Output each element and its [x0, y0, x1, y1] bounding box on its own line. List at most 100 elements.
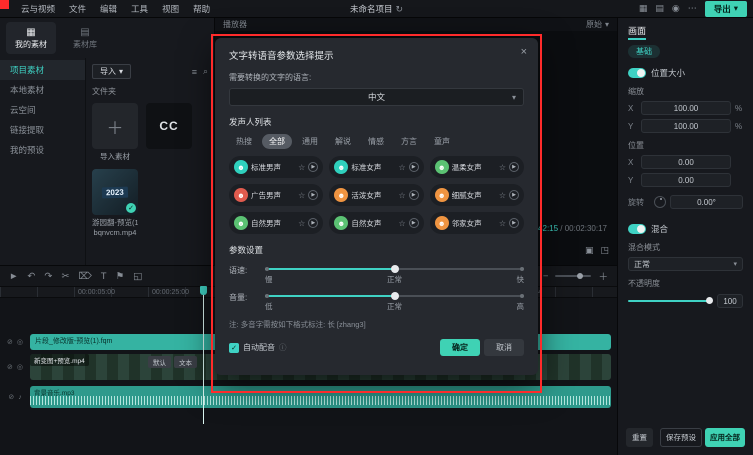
delete-icon[interactable]: ⌦ — [78, 271, 91, 282]
voice-option[interactable]: ☻ 邻家女声 ☆ ▶ — [430, 212, 524, 234]
library-tab[interactable]: ▦ 我的素材 — [6, 22, 56, 54]
favorite-star-icon[interactable]: ☆ — [398, 163, 405, 172]
play-voice-icon[interactable]: ▶ — [409, 162, 419, 172]
speaker-icon[interactable]: ♪ — [18, 394, 22, 401]
import-button[interactable]: 导入 ▾ — [92, 64, 131, 79]
ratio-selector[interactable]: 原始 ▾ — [586, 19, 609, 30]
lock-icon[interactable]: ⊘ — [7, 338, 13, 346]
library-tab[interactable]: ▤ 素材库 — [60, 22, 110, 54]
speed-slider-knob[interactable] — [391, 265, 399, 273]
favorite-star-icon[interactable]: ☆ — [298, 163, 305, 172]
eye-icon[interactable]: ◎ — [17, 363, 23, 371]
opacity-slider[interactable] — [628, 300, 712, 302]
flag-icon[interactable]: ⚑ — [116, 271, 125, 282]
text-tool-icon[interactable]: T — [101, 271, 107, 282]
favorite-star-icon[interactable]: ☆ — [398, 191, 405, 200]
voice-option[interactable]: ☻ 活泼女声 ☆ ▶ — [329, 184, 423, 206]
export-button[interactable]: 导出 ▾ — [705, 1, 747, 17]
play-voice-icon[interactable]: ▶ — [509, 218, 519, 228]
rotate-input[interactable]: 0.00° — [670, 195, 743, 209]
voice-category-tab[interactable]: 全部 — [262, 134, 292, 149]
tab-picture[interactable]: 画面 — [628, 26, 646, 40]
voice-option[interactable]: ☻ 标准女声 ☆ ▶ — [329, 156, 423, 178]
voice-category-tab[interactable]: 童声 — [427, 134, 457, 149]
voice-option[interactable]: ☻ 自然女声 ☆ ▶ — [329, 212, 423, 234]
library-nav-item[interactable]: 我的预设 — [0, 140, 85, 160]
play-voice-icon[interactable]: ▶ — [509, 162, 519, 172]
playhead[interactable] — [203, 286, 204, 424]
fullscreen-icon[interactable]: ◳ — [600, 245, 609, 256]
chip-basic[interactable]: 基础 — [628, 45, 660, 58]
menu-item[interactable]: 编辑 — [93, 0, 124, 18]
timeline-zoom-slider[interactable] — [555, 275, 591, 277]
position-y-input[interactable]: 0.00 — [641, 173, 731, 187]
close-icon[interactable]: × — [521, 46, 527, 58]
favorite-star-icon[interactable]: ☆ — [398, 219, 405, 228]
audio-clip[interactable]: 背景音乐.mp3 — [30, 386, 611, 408]
library-nav-item[interactable]: 本地素材 — [0, 80, 85, 100]
confirm-button[interactable]: 确定 — [440, 339, 480, 356]
play-voice-icon[interactable]: ▶ — [308, 162, 318, 172]
favorite-star-icon[interactable]: ☆ — [298, 219, 305, 228]
library-nav-item[interactable]: 云空间 — [0, 100, 85, 120]
voice-option[interactable]: ☻ 自然男声 ☆ ▶ — [229, 212, 323, 234]
split-icon[interactable]: ✂ — [61, 271, 69, 282]
scale-x-input[interactable]: 100.00 — [641, 101, 731, 115]
transform-toggle[interactable] — [628, 68, 646, 78]
blend-toggle[interactable] — [628, 224, 646, 234]
menu-item[interactable]: 工具 — [124, 0, 155, 18]
filter-icon[interactable]: ≡ — [192, 67, 197, 77]
blend-mode-select[interactable]: 正常 ▾ — [628, 257, 743, 271]
voice-option[interactable]: ☻ 标准男声 ☆ ▶ — [229, 156, 323, 178]
voice-category-tab[interactable]: 方言 — [394, 134, 424, 149]
menu-item[interactable]: 文件 — [62, 0, 93, 18]
cancel-button[interactable]: 取消 — [484, 339, 524, 356]
voice-category-tab[interactable]: 解说 — [328, 134, 358, 149]
video-thumbnail-tile[interactable]: 2023 ✓ — [92, 169, 138, 215]
scale-y-input[interactable]: 100.00 — [641, 119, 731, 133]
mini-clip[interactable]: 默认 — [148, 356, 171, 368]
zoom-in-icon[interactable]: ＋ — [598, 269, 608, 283]
play-voice-icon[interactable]: ▶ — [509, 190, 519, 200]
cc-media-tile[interactable]: CC — [146, 103, 192, 149]
play-voice-icon[interactable]: ▶ — [308, 190, 318, 200]
voice-category-tab[interactable]: 热搜 — [229, 134, 259, 149]
panel-icon[interactable]: ▤ — [655, 3, 664, 14]
favorite-star-icon[interactable]: ☆ — [499, 219, 506, 228]
mini-clip[interactable]: 文本 — [174, 356, 197, 368]
menu-item[interactable]: 帮助 — [186, 0, 217, 18]
crop-icon[interactable]: ◱ — [133, 271, 142, 282]
lock-icon[interactable]: ⊘ — [7, 363, 13, 371]
favorite-star-icon[interactable]: ☆ — [499, 163, 506, 172]
cursor-tool-icon[interactable]: ► — [9, 271, 18, 282]
import-media-tile[interactable]: ＋ — [92, 103, 138, 149]
voice-option[interactable]: ☻ 细腻女声 ☆ ▶ — [430, 184, 524, 206]
more-icon[interactable]: ⋯ — [688, 3, 697, 14]
rotation-dial-icon[interactable] — [654, 196, 666, 208]
redo-icon[interactable]: ↷ — [44, 271, 52, 282]
voice-category-tab[interactable]: 通用 — [295, 134, 325, 149]
volume-slider-knob[interactable] — [391, 292, 399, 300]
language-select[interactable]: 中文 ▾ — [229, 88, 524, 106]
favorite-star-icon[interactable]: ☆ — [499, 191, 506, 200]
opacity-value[interactable]: 100 — [717, 294, 743, 308]
zoom-out-icon[interactable]: − — [543, 271, 549, 282]
menu-item[interactable]: 云与视频 — [14, 0, 62, 18]
screen-size-icon[interactable]: ▣ — [585, 245, 594, 256]
voice-option[interactable]: ☻ 广告男声 ☆ ▶ — [229, 184, 323, 206]
library-nav-item[interactable]: 链接提取 — [0, 120, 85, 140]
voice-option[interactable]: ☻ 温柔女声 ☆ ▶ — [430, 156, 524, 178]
voice-category-tab[interactable]: 情感 — [361, 134, 391, 149]
undo-icon[interactable]: ↶ — [27, 271, 35, 282]
play-voice-icon[interactable]: ▶ — [409, 190, 419, 200]
auto-dub-checkbox[interactable]: ✓ — [229, 343, 239, 353]
volume-slider[interactable]: 低 正常 高 — [265, 292, 524, 310]
eye-icon[interactable]: ◎ — [17, 338, 23, 346]
user-icon[interactable]: ◉ — [672, 3, 680, 14]
lock-icon[interactable]: ⊘ — [8, 393, 14, 401]
library-nav-item[interactable]: 项目素材 — [0, 60, 85, 80]
speed-slider[interactable]: 慢 正常 快 — [265, 265, 524, 283]
play-voice-icon[interactable]: ▶ — [409, 218, 419, 228]
search-icon[interactable]: ⌕ — [203, 66, 208, 77]
reset-button[interactable]: 重置 — [626, 428, 653, 447]
